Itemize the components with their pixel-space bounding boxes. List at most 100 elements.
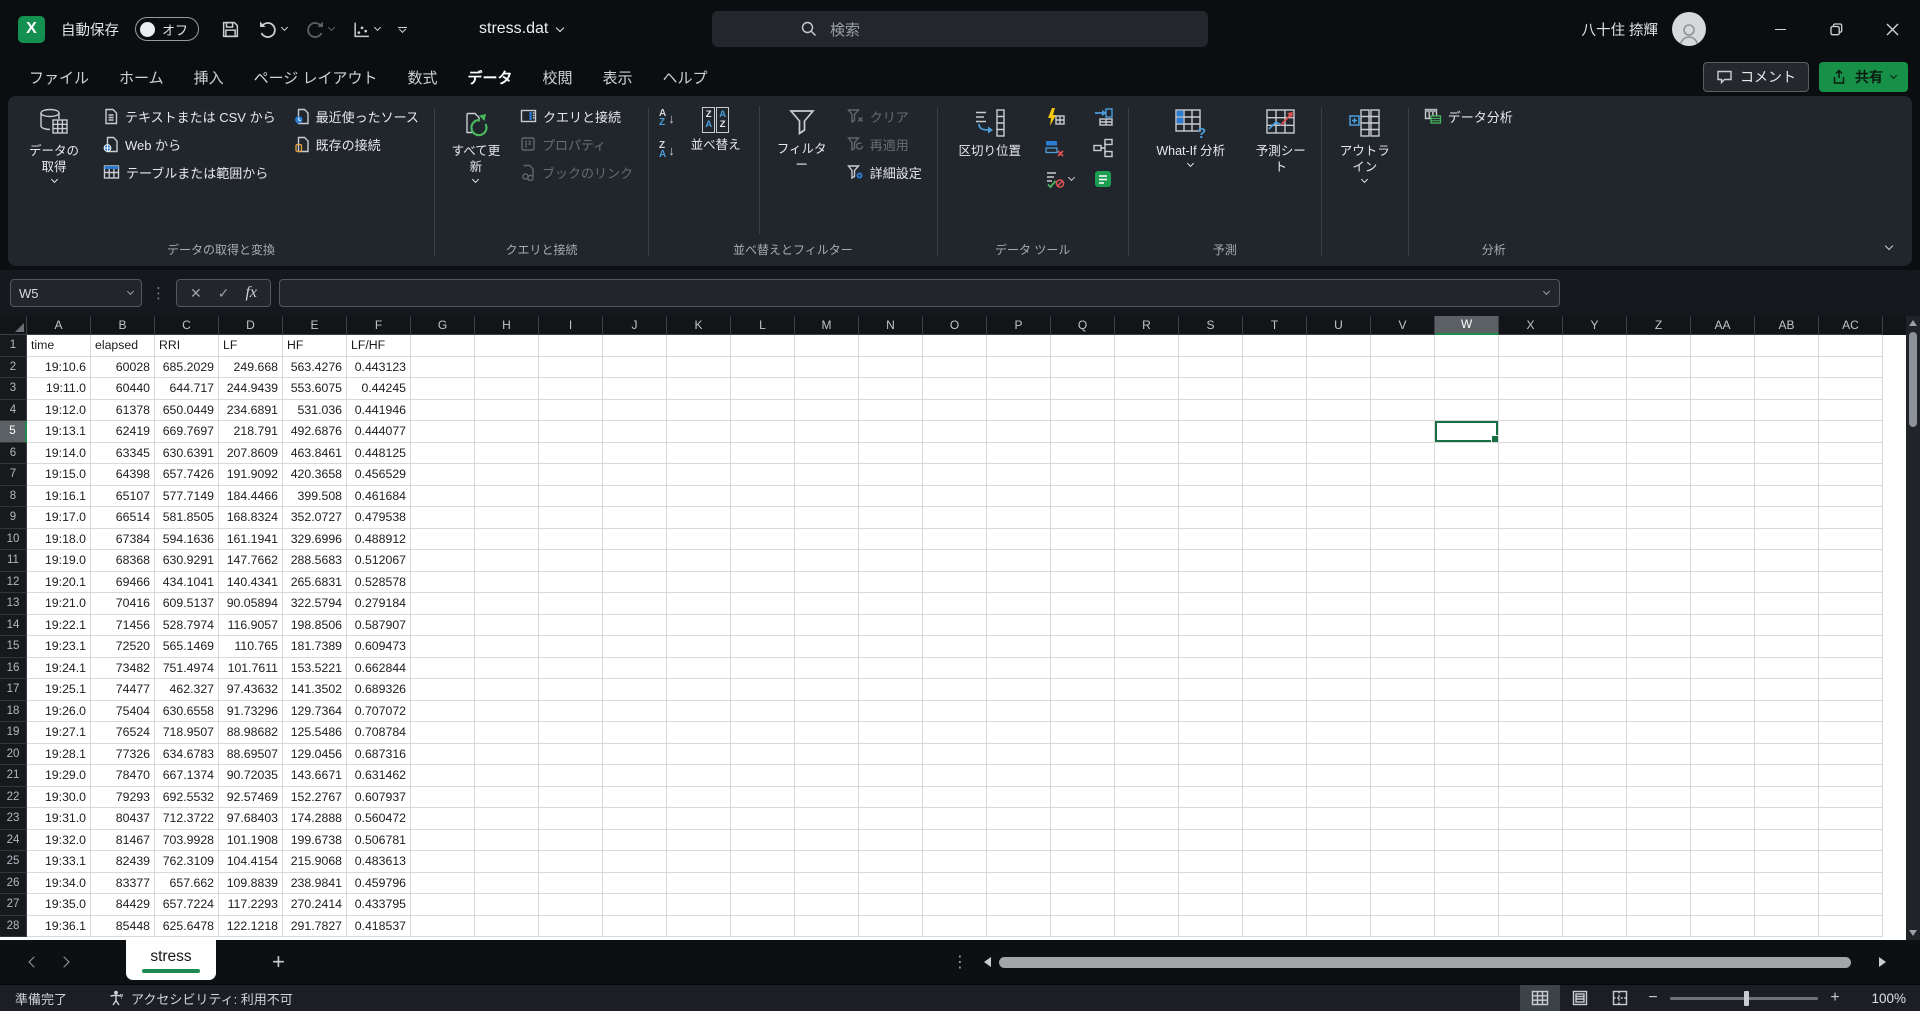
cell-O26[interactable] <box>923 873 987 895</box>
cell-Z18[interactable] <box>1627 701 1691 723</box>
cell-H20[interactable] <box>475 744 539 766</box>
filter-button[interactable]: フィルター <box>770 102 834 175</box>
cell-V9[interactable] <box>1371 507 1435 529</box>
cell-V27[interactable] <box>1371 894 1435 916</box>
cell-X18[interactable] <box>1499 701 1563 723</box>
cell-E13[interactable]: 322.5794 <box>283 593 347 615</box>
cell-J5[interactable] <box>603 421 667 443</box>
cell-H15[interactable] <box>475 636 539 658</box>
cell-U2[interactable] <box>1307 357 1371 379</box>
relationships-button[interactable] <box>1088 133 1118 162</box>
cell-P9[interactable] <box>987 507 1051 529</box>
cell-C16[interactable]: 751.4974 <box>155 658 219 680</box>
cell-G25[interactable] <box>411 851 475 873</box>
cell-Y21[interactable] <box>1563 765 1627 787</box>
cell-O24[interactable] <box>923 830 987 852</box>
cell-Q23[interactable] <box>1051 808 1115 830</box>
cell-E5[interactable]: 492.6876 <box>283 421 347 443</box>
vertical-scroll-thumb[interactable] <box>1909 332 1917 427</box>
cell-U15[interactable] <box>1307 636 1371 658</box>
cell-E20[interactable]: 129.0456 <box>283 744 347 766</box>
cell-K25[interactable] <box>667 851 731 873</box>
cell-D10[interactable]: 161.1941 <box>219 529 283 551</box>
column-header-AC[interactable]: AC <box>1819 316 1883 335</box>
row-header-15[interactable]: 15 <box>0 636 27 658</box>
cell-W7[interactable] <box>1435 464 1499 486</box>
cell-Z1[interactable] <box>1627 335 1691 357</box>
row-header-28[interactable]: 28 <box>0 916 27 938</box>
cell-M20[interactable] <box>795 744 859 766</box>
cell-C9[interactable]: 581.8505 <box>155 507 219 529</box>
cell-AA15[interactable] <box>1691 636 1755 658</box>
cell-V16[interactable] <box>1371 658 1435 680</box>
cell-V4[interactable] <box>1371 400 1435 422</box>
cell-O5[interactable] <box>923 421 987 443</box>
column-header-D[interactable]: D <box>219 316 283 335</box>
cell-W13[interactable] <box>1435 593 1499 615</box>
cell-J22[interactable] <box>603 787 667 809</box>
cell-E27[interactable]: 270.2414 <box>283 894 347 916</box>
column-header-E[interactable]: E <box>283 316 347 335</box>
cell-W3[interactable] <box>1435 378 1499 400</box>
cell-R22[interactable] <box>1115 787 1179 809</box>
cell-H7[interactable] <box>475 464 539 486</box>
cell-R23[interactable] <box>1115 808 1179 830</box>
cell-Y3[interactable] <box>1563 378 1627 400</box>
cell-S20[interactable] <box>1179 744 1243 766</box>
cell-J12[interactable] <box>603 572 667 594</box>
cell-G26[interactable] <box>411 873 475 895</box>
cell-D18[interactable]: 91.73296 <box>219 701 283 723</box>
cell-A3[interactable]: 19:11.0 <box>27 378 91 400</box>
sort-ascending-button[interactable]: AZ↓ <box>659 105 675 131</box>
cell-Q17[interactable] <box>1051 679 1115 701</box>
cell-S18[interactable] <box>1179 701 1243 723</box>
cell-AC3[interactable] <box>1819 378 1883 400</box>
enter-button[interactable]: ✓ <box>218 285 230 302</box>
cell-P4[interactable] <box>987 400 1051 422</box>
cell-N24[interactable] <box>859 830 923 852</box>
cell-I12[interactable] <box>539 572 603 594</box>
cell-AC1[interactable] <box>1819 335 1883 357</box>
cell-T4[interactable] <box>1243 400 1307 422</box>
cell-E21[interactable]: 143.6671 <box>283 765 347 787</box>
normal-view-button[interactable] <box>1520 985 1560 1011</box>
cell-D27[interactable]: 117.2293 <box>219 894 283 916</box>
cell-A20[interactable]: 19:28.1 <box>27 744 91 766</box>
cell-H9[interactable] <box>475 507 539 529</box>
cell-S2[interactable] <box>1179 357 1243 379</box>
cell-G24[interactable] <box>411 830 475 852</box>
cell-X23[interactable] <box>1499 808 1563 830</box>
cell-B23[interactable]: 80437 <box>91 808 155 830</box>
cell-W8[interactable] <box>1435 486 1499 508</box>
collapse-ribbon-button[interactable] <box>1886 236 1892 254</box>
cell-N15[interactable] <box>859 636 923 658</box>
cell-G2[interactable] <box>411 357 475 379</box>
cell-M26[interactable] <box>795 873 859 895</box>
consolidate-button[interactable] <box>1088 102 1118 131</box>
cell-G7[interactable] <box>411 464 475 486</box>
zoom-out-button[interactable]: − <box>1640 989 1666 1007</box>
column-header-AB[interactable]: AB <box>1755 316 1819 335</box>
cell-J21[interactable] <box>603 765 667 787</box>
cell-J25[interactable] <box>603 851 667 873</box>
cell-X4[interactable] <box>1499 400 1563 422</box>
cell-U14[interactable] <box>1307 615 1371 637</box>
cell-U1[interactable] <box>1307 335 1371 357</box>
cell-D15[interactable]: 110.765 <box>219 636 283 658</box>
cell-K6[interactable] <box>667 443 731 465</box>
cell-AC7[interactable] <box>1819 464 1883 486</box>
cell-AA5[interactable] <box>1691 421 1755 443</box>
cell-V26[interactable] <box>1371 873 1435 895</box>
cell-M18[interactable] <box>795 701 859 723</box>
column-header-J[interactable]: J <box>603 316 667 335</box>
row-header-13[interactable]: 13 <box>0 593 27 615</box>
cell-G21[interactable] <box>411 765 475 787</box>
cell-D13[interactable]: 90.05894 <box>219 593 283 615</box>
share-button[interactable]: 共有 <box>1819 62 1908 92</box>
cell-AC19[interactable] <box>1819 722 1883 744</box>
column-header-C[interactable]: C <box>155 316 219 335</box>
flash-fill-button[interactable] <box>1040 102 1070 131</box>
cell-T9[interactable] <box>1243 507 1307 529</box>
cell-F1[interactable]: LF/HF <box>347 335 411 357</box>
what-if-analysis-button[interactable]: ? What-If 分析 <box>1139 102 1243 173</box>
